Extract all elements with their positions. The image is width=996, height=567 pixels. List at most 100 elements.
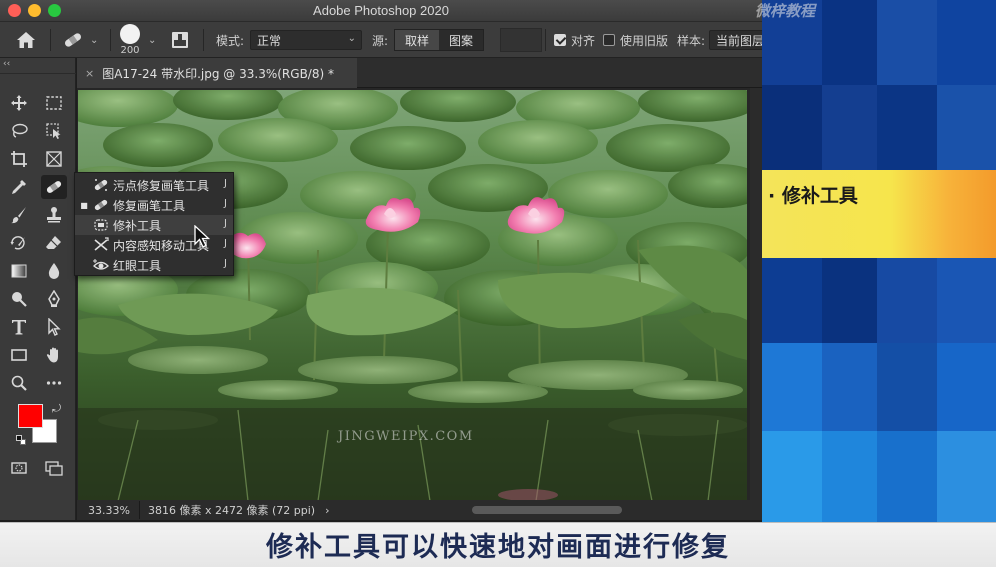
dodge-tool[interactable] bbox=[6, 287, 32, 311]
status-menu-arrow-icon[interactable]: › bbox=[325, 504, 329, 517]
healing-brush-tool[interactable] bbox=[41, 175, 67, 199]
eyedropper-tool[interactable] bbox=[6, 175, 32, 199]
mouse-cursor-icon bbox=[194, 225, 210, 248]
scrollbar-thumb[interactable] bbox=[472, 506, 622, 514]
pen-tool[interactable] bbox=[41, 287, 67, 311]
rectangle-icon bbox=[11, 349, 27, 361]
chevron-down-icon[interactable]: ⌄ bbox=[148, 22, 156, 58]
canvas-area[interactable]: JINGWEIPX.COM bbox=[77, 88, 762, 501]
mode-value: 正常 bbox=[257, 33, 282, 48]
title-bar: Adobe Photoshop 2020 bbox=[0, 0, 762, 22]
shortcut-key: J bbox=[224, 258, 227, 269]
tools-panel: ‹‹ ⤾ bbox=[0, 58, 76, 520]
brush-size: 200 bbox=[120, 45, 140, 56]
type-tool[interactable] bbox=[6, 315, 32, 339]
gradient-tool[interactable] bbox=[6, 259, 32, 283]
clone-source-panel-button[interactable] bbox=[170, 22, 190, 58]
bandage-icon bbox=[64, 33, 82, 47]
vertical-scrollbar[interactable] bbox=[750, 88, 762, 500]
collapse-panel-icon[interactable]: ‹‹ bbox=[3, 59, 10, 69]
marquee-tool[interactable] bbox=[41, 91, 67, 115]
dodge-icon bbox=[12, 292, 27, 307]
droplet-icon bbox=[48, 263, 60, 279]
panel-grip[interactable] bbox=[0, 70, 76, 74]
status-bar: 33.33% 3816 像素 x 2472 像素 (72 ppi) › bbox=[77, 500, 377, 520]
mode-label: 模式: bbox=[216, 33, 245, 48]
document-image[interactable]: JINGWEIPX.COM bbox=[78, 90, 747, 501]
frame-icon bbox=[46, 151, 62, 167]
source-option-pattern[interactable]: 图案 bbox=[439, 30, 483, 50]
aligned-label: 对齐 bbox=[571, 33, 596, 48]
document-tab-title: 图A17-24 带水印.jpg @ 33.3%(RGB/8) * bbox=[102, 66, 334, 81]
sample-select[interactable]: 当前图层 bbox=[709, 30, 769, 50]
menu-item-spot-healing-brush[interactable]: 污点修复画笔工具 J bbox=[75, 175, 233, 195]
gradient-icon bbox=[11, 264, 27, 278]
lesson-slide: · 修补工具 bbox=[762, 0, 996, 525]
default-colors-icon[interactable] bbox=[16, 435, 27, 446]
quick-mask-button[interactable] bbox=[6, 456, 32, 480]
move-tool[interactable] bbox=[6, 91, 32, 115]
chevron-down-icon: ⌄ bbox=[90, 34, 99, 46]
history-brush-tool[interactable] bbox=[6, 231, 32, 255]
app-title: Adobe Photoshop 2020 bbox=[313, 3, 449, 18]
close-tab-icon[interactable]: × bbox=[85, 67, 94, 80]
crop-tool[interactable] bbox=[6, 147, 32, 171]
path-selection-tool[interactable] bbox=[41, 315, 67, 339]
menu-item-healing-brush[interactable]: ■ 修复画笔工具 J bbox=[75, 195, 233, 215]
arrow-pointer-icon bbox=[48, 318, 61, 336]
eyedropper-icon bbox=[12, 180, 26, 194]
foreground-color[interactable] bbox=[18, 404, 43, 428]
video-subtitle: 修补工具可以快速地对画面进行修复 bbox=[266, 532, 730, 563]
brush-picker[interactable]: 200 bbox=[120, 22, 140, 58]
healing-brush-icon bbox=[94, 199, 108, 211]
menu-item-red-eye[interactable]: 红眼工具 J bbox=[75, 255, 233, 275]
edit-toolbar-button[interactable] bbox=[41, 371, 67, 395]
tool-preset-picker[interactable]: ⌄ bbox=[62, 22, 98, 58]
home-button[interactable] bbox=[16, 22, 36, 58]
hand-tool[interactable] bbox=[41, 343, 67, 367]
clone-source-icon bbox=[172, 32, 188, 48]
lasso-tool[interactable] bbox=[6, 119, 32, 143]
menu-item-label: 修补工具 bbox=[113, 218, 162, 233]
checkbox-unchecked-icon bbox=[603, 34, 615, 46]
channel-watermark: 微梓教程 bbox=[755, 2, 816, 20]
aligned-checkbox[interactable]: 对齐 bbox=[554, 22, 595, 58]
zoom-icon bbox=[11, 375, 27, 391]
rectangle-tool[interactable] bbox=[6, 343, 32, 367]
brush-tip-icon bbox=[120, 24, 140, 44]
pattern-picker[interactable] bbox=[500, 28, 542, 52]
blur-tool[interactable] bbox=[41, 259, 67, 283]
source-toggle: 取样 图案 bbox=[394, 29, 485, 51]
document-tab[interactable]: × 图A17-24 带水印.jpg @ 33.3%(RGB/8) * bbox=[77, 58, 357, 88]
eraser-icon bbox=[46, 236, 61, 249]
shortcut-key: J bbox=[224, 218, 227, 229]
eraser-tool[interactable] bbox=[41, 231, 67, 255]
move-icon bbox=[11, 95, 27, 111]
clone-stamp-tool[interactable] bbox=[41, 203, 67, 227]
swap-colors-icon[interactable]: ⤾ bbox=[52, 402, 61, 416]
zoom-level[interactable]: 33.33% bbox=[77, 504, 139, 517]
spot-healing-brush-icon bbox=[94, 179, 108, 191]
slide-heading: · 修补工具 bbox=[768, 185, 858, 207]
home-icon bbox=[17, 32, 35, 48]
red-eye-icon bbox=[93, 259, 109, 270]
source-option-sampled[interactable]: 取样 bbox=[395, 30, 440, 50]
quick-mask-icon bbox=[11, 462, 27, 474]
patch-tool-icon bbox=[94, 219, 108, 231]
divider bbox=[545, 29, 546, 51]
zoom-tool[interactable] bbox=[6, 371, 32, 395]
mode-select[interactable]: 正常 ⌄ bbox=[250, 30, 362, 50]
brush-tool[interactable] bbox=[6, 203, 32, 227]
divider bbox=[50, 29, 51, 51]
object-selection-tool[interactable] bbox=[41, 119, 67, 143]
image-watermark: JINGWEIPX.COM bbox=[336, 429, 474, 444]
screen: Adobe Photoshop 2020 ⌄ 200 ⌄ 模式: 正常 ⌄ 源: bbox=[0, 0, 996, 567]
screen-mode-icon bbox=[45, 461, 63, 476]
frame-tool[interactable] bbox=[41, 147, 67, 171]
object-selection-icon bbox=[46, 123, 61, 139]
screen-mode-button[interactable] bbox=[41, 456, 67, 480]
sample-value: 当前图层 bbox=[716, 33, 765, 48]
crop-icon bbox=[11, 151, 27, 167]
color-swatches: ⤾ bbox=[16, 402, 66, 448]
legacy-checkbox[interactable]: 使用旧版 bbox=[603, 22, 668, 58]
